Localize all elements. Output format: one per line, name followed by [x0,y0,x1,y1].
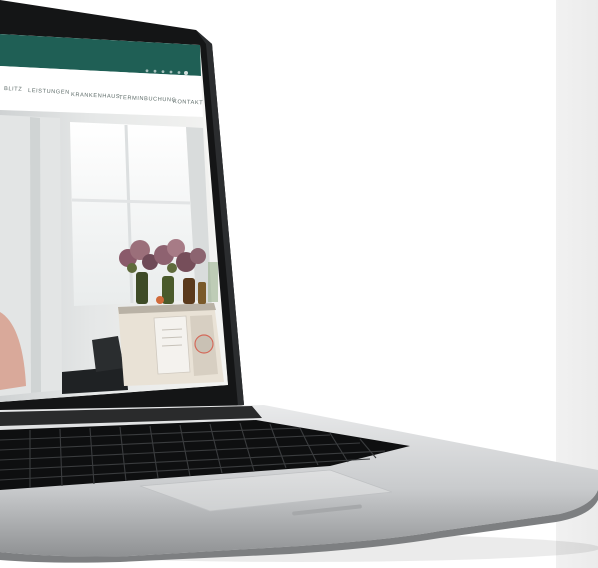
header-icon [161,70,165,73]
header-icon [184,71,188,75]
laptop-illustration: BLITZ LEISTUNGEN KRANKENHAUS TERMINBUCHU… [0,0,598,563]
header-icon [177,71,181,74]
header-icon [169,70,173,74]
laptop-photo: BLITZ LEISTUNGEN KRANKENHAUS TERMINBUCHU… [0,0,598,568]
header-icon [153,69,157,73]
nav-item-blitz[interactable]: BLITZ [4,86,22,93]
header-icon [145,69,149,73]
hero-photo [0,110,228,402]
